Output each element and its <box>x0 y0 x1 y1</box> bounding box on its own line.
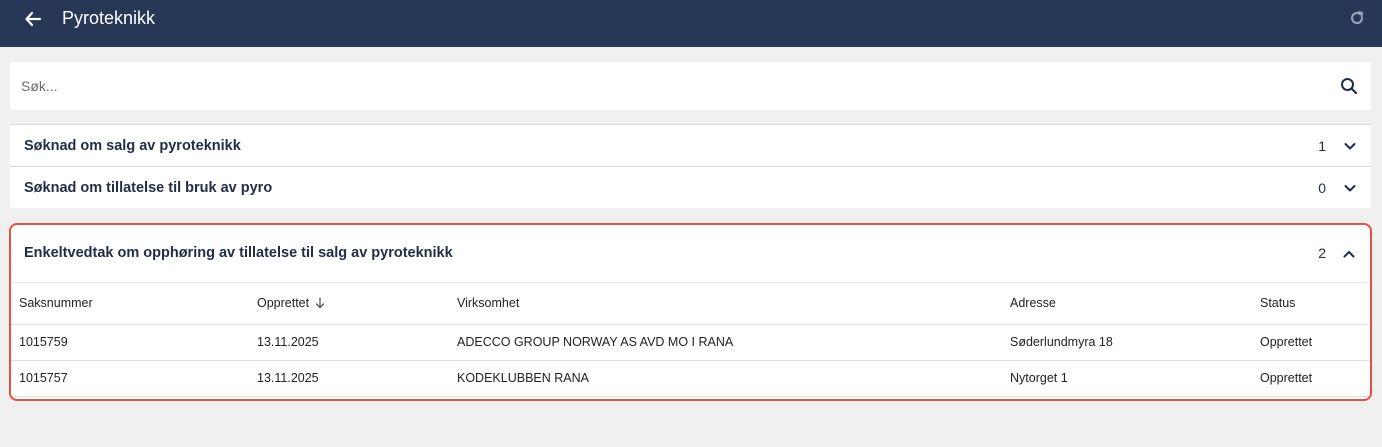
cell-adresse: Søderlundmyra 18 <box>1010 335 1113 349</box>
cell-adresse: Nytorget 1 <box>1010 371 1068 385</box>
column-header-adresse[interactable]: Adresse <box>1002 283 1252 324</box>
accordion-title: Søknad om tillatelse til bruk av pyro <box>24 180 273 196</box>
search-bar <box>10 62 1371 110</box>
cell-virksomhet: KODEKLUBBEN RANA <box>457 371 589 385</box>
count-badge: 0 <box>1318 180 1326 196</box>
column-header-saksnummer[interactable]: Saksnummer <box>11 283 249 324</box>
cell-saksnummer: 1015757 <box>19 371 68 385</box>
cell-saksnummer: 1015759 <box>19 335 68 349</box>
chevron-down-icon <box>1344 185 1356 192</box>
accordion-group-enkeltvedtak: Enkeltvedtak om opphøring av tillatelse … <box>9 223 1372 401</box>
count-badge: 2 <box>1318 245 1326 261</box>
column-label: Saksnummer <box>19 296 93 311</box>
search-input[interactable] <box>10 62 1321 110</box>
back-button[interactable] <box>22 8 44 30</box>
cell-status: Opprettet <box>1260 371 1313 385</box>
column-label: Adresse <box>1010 296 1056 311</box>
accordion-title: Enkeltvedtak om opphøring av tillatelse … <box>24 245 453 261</box>
refresh-icon <box>1351 11 1364 24</box>
table-header-row: Saksnummer Opprettet Virksomhet Adresse … <box>11 283 1370 324</box>
refresh-button[interactable] <box>1348 9 1366 27</box>
table-row[interactable]: 1015757 13.11.2025 KODEKLUBBEN RANA Nyto… <box>11 360 1370 396</box>
chevron-up-icon <box>1343 251 1355 258</box>
search-icon <box>1341 78 1358 95</box>
column-header-status[interactable]: Status <box>1252 283 1370 324</box>
column-label: Status <box>1260 296 1296 311</box>
accordion-header[interactable]: Søknad om tillatelse til bruk av pyro 0 <box>10 167 1371 208</box>
cell-status: Opprettet <box>1260 335 1313 349</box>
arrow-left-icon <box>25 11 42 27</box>
cell-opprettet: 13.11.2025 <box>257 371 319 385</box>
accordion-group-salg: Søknad om salg av pyroteknikk 1 <box>10 124 1371 166</box>
cases-table: Saksnummer Opprettet Virksomhet Adresse … <box>11 283 1370 397</box>
page-title: Pyroteknikk <box>62 8 156 28</box>
cell-opprettet: 13.11.2025 <box>257 335 319 349</box>
top-app-bar: Pyroteknikk <box>0 0 1382 47</box>
chevron-down-icon <box>1344 143 1356 150</box>
column-header-opprettet[interactable]: Opprettet <box>249 283 449 324</box>
sort-descending-icon <box>315 297 325 309</box>
accordion-group-bruk: Søknad om tillatelse til bruk av pyro 0 <box>10 166 1371 208</box>
column-header-virksomhet[interactable]: Virksomhet <box>449 283 1002 324</box>
accordion-header[interactable]: Enkeltvedtak om opphøring av tillatelse … <box>11 225 1370 283</box>
search-button[interactable] <box>1339 76 1359 96</box>
accordion-title: Søknad om salg av pyroteknikk <box>24 138 241 154</box>
column-label: Opprettet <box>257 296 310 311</box>
cell-virksomhet: ADECCO GROUP NORWAY AS AVD MO I RANA <box>457 335 734 349</box>
accordion-header[interactable]: Søknad om salg av pyroteknikk 1 <box>10 125 1371 166</box>
table-row[interactable]: 1015759 13.11.2025 ADECCO GROUP NORWAY A… <box>11 324 1370 360</box>
count-badge: 1 <box>1318 138 1326 154</box>
column-label: Virksomhet <box>457 296 520 311</box>
